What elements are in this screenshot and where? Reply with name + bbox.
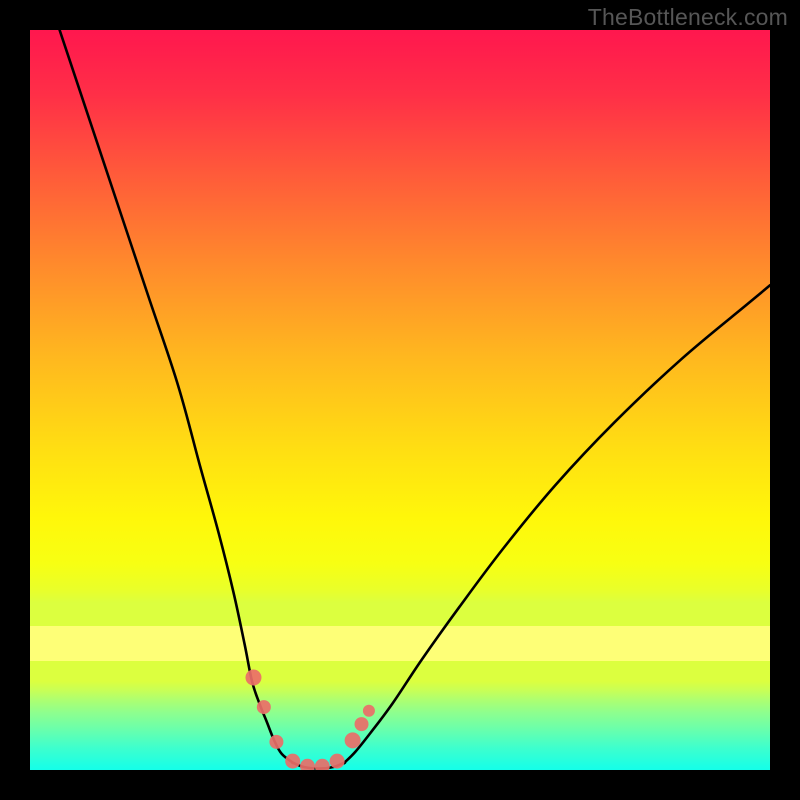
marker-point: [300, 759, 315, 770]
bottleneck-curve: [60, 30, 770, 769]
marker-point: [257, 700, 271, 714]
marker-point: [285, 754, 300, 769]
marker-point: [315, 759, 330, 770]
marker-point: [330, 754, 345, 769]
marker-point: [345, 732, 361, 748]
plot-area: [30, 30, 770, 770]
chart-frame: TheBottleneck.com: [0, 0, 800, 800]
marker-point: [269, 735, 283, 749]
marker-point: [363, 705, 375, 717]
curve-layer: [30, 30, 770, 770]
marker-point: [355, 717, 369, 731]
attribution-text: TheBottleneck.com: [588, 4, 788, 31]
marker-point: [245, 670, 261, 686]
